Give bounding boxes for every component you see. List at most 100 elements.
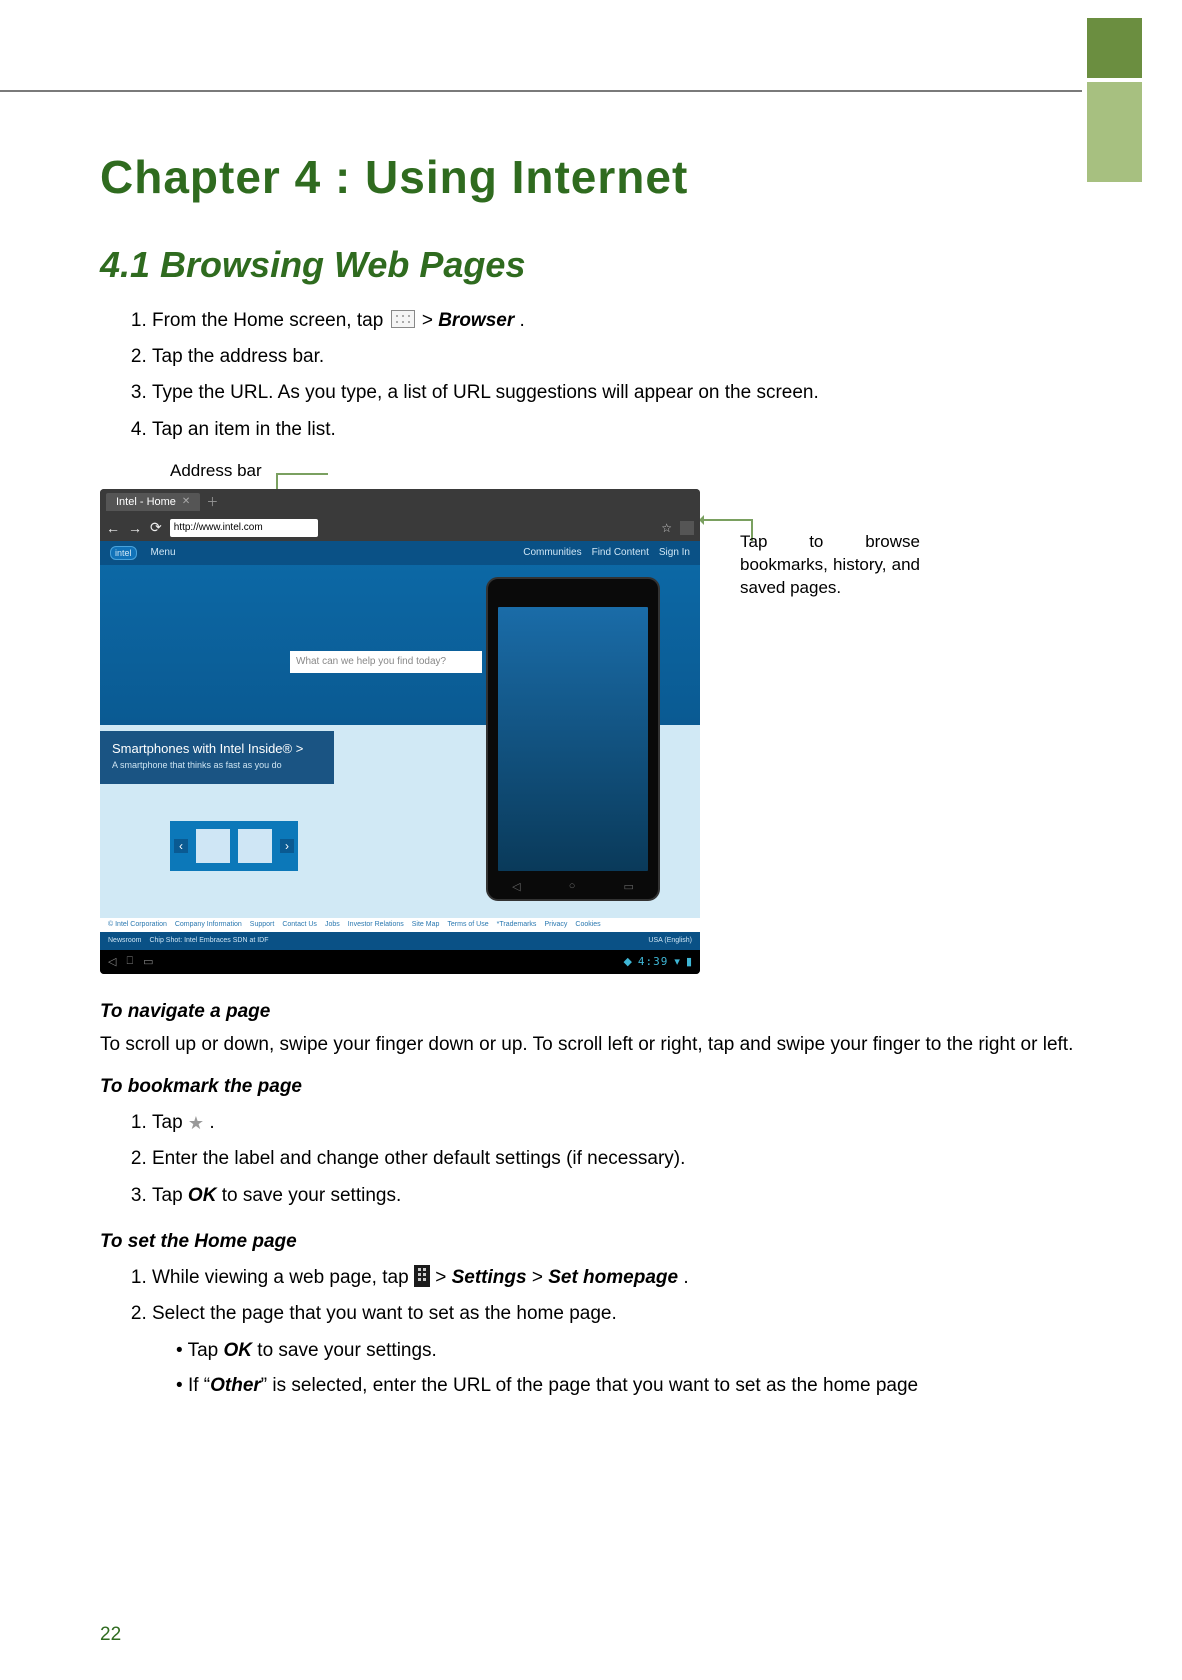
web-content: intel Menu Communities Find Content Sign… xyxy=(100,541,700,950)
url-text: http://www.intel.com xyxy=(174,522,263,533)
text: > xyxy=(422,310,438,331)
footer-link[interactable]: Jobs xyxy=(325,921,340,928)
homepage-steps: While viewing a web page, tap > Settings… xyxy=(100,1261,1082,1402)
footer-link[interactable]: Company Information xyxy=(175,921,242,928)
bookmarks-button-icon[interactable] xyxy=(680,521,694,535)
footer-link[interactable]: Cookies xyxy=(575,921,600,928)
footer-link[interactable]: *Trademarks xyxy=(497,921,537,928)
homepage-step-2: Select the page that you want to set as … xyxy=(152,1297,1082,1402)
footer-link[interactable]: Terms of Use xyxy=(447,921,488,928)
footer-link[interactable]: Privacy xyxy=(544,921,567,928)
nav-buttons: ◁ ⎕ ▭ xyxy=(108,955,153,968)
back-nav-icon[interactable]: ◁ xyxy=(108,955,116,968)
text: > xyxy=(435,1267,451,1288)
navigate-body: To scroll up or down, swipe your finger … xyxy=(100,1031,1082,1059)
promo-subtitle: A smartphone that thinks as fast as you … xyxy=(112,760,322,770)
text: Tap xyxy=(152,1112,188,1133)
manual-page: Chapter 4 : Using Internet 4.1 Browsing … xyxy=(0,0,1182,1680)
ok-label: OK xyxy=(188,1185,217,1206)
home-nav-icon[interactable]: ⎕ xyxy=(126,955,133,968)
header-accent-dark xyxy=(1087,18,1142,78)
subheading-homepage: To set the Home page xyxy=(100,1231,1082,1253)
promo-title: Smartphones with Intel Inside® > xyxy=(112,741,322,756)
phone-hero-image: ◁○▭ xyxy=(486,577,660,901)
footer-link[interactable]: Investor Relations xyxy=(348,921,404,928)
text: From the Home screen, tap xyxy=(152,310,389,331)
bookmark-step-2: Enter the label and change other default… xyxy=(152,1142,1082,1176)
subheading-bookmark: To bookmark the page xyxy=(100,1076,1082,1098)
link-sign-in[interactable]: Sign In xyxy=(659,547,690,558)
browser-tab[interactable]: Intel - Home ✕ xyxy=(106,493,200,511)
footer-link[interactable]: Site Map xyxy=(412,921,440,928)
bookmarks-callout-text: Tap to browse bookmarks, history, and sa… xyxy=(740,531,920,600)
phone-nav-icons: ◁○▭ xyxy=(488,880,658,893)
link-communities[interactable]: Communities xyxy=(523,547,581,558)
wifi-icon: ▾ xyxy=(674,955,680,968)
search-placeholder: What can we help you find today? xyxy=(296,656,446,667)
tablet-screenshot: Intel - Home ✕ ＋ ← → ⟳ http://www.intel.… xyxy=(100,489,700,974)
apps-grid-icon xyxy=(391,310,415,328)
battery-icon: ▮ xyxy=(686,955,692,968)
footer-link[interactable]: Support xyxy=(250,921,275,928)
text: Select the page that you want to set as … xyxy=(152,1303,617,1324)
text: to save your settings. xyxy=(252,1340,437,1361)
site-header-links: Communities Find Content Sign In xyxy=(523,547,690,558)
page-content: Chapter 4 : Using Internet 4.1 Browsing … xyxy=(100,150,1082,1402)
phone-screen xyxy=(498,607,648,871)
recent-nav-icon[interactable]: ▭ xyxy=(143,955,153,968)
star-icon: ★ xyxy=(188,1107,204,1139)
text: . xyxy=(520,310,525,331)
settings-label: Settings xyxy=(452,1267,527,1288)
bookmark-step-1: Tap ★ . xyxy=(152,1106,1082,1140)
bookmark-star-icon[interactable]: ☆ xyxy=(661,521,672,535)
header-accent-light xyxy=(1087,82,1142,182)
android-system-bar: ◁ ⎕ ▭ ◆ 4:39 ▾ ▮ xyxy=(100,950,700,974)
text: Tap xyxy=(152,1185,188,1206)
subheading-navigate: To navigate a page xyxy=(100,1001,1082,1023)
carousel-next-icon[interactable]: › xyxy=(280,839,294,853)
footer2-item[interactable]: Newsroom xyxy=(108,937,141,944)
text: . xyxy=(209,1112,214,1133)
notification-icon: ◆ xyxy=(623,955,631,968)
footer2-item[interactable]: Chip Shot: Intel Embraces SDN at IDF xyxy=(149,937,268,944)
close-tab-icon[interactable]: ✕ xyxy=(182,496,190,507)
carousel-thumb[interactable] xyxy=(238,829,272,863)
bullet-1: Tap OK to save your settings. xyxy=(176,1335,1082,1367)
browser-label: Browser xyxy=(438,310,514,331)
step-1: From the Home screen, tap > Browser . xyxy=(152,304,1082,338)
text: While viewing a web page, tap xyxy=(152,1267,414,1288)
step-4: Tap an item in the list. xyxy=(152,413,1082,447)
main-steps-list: From the Home screen, tap > Browser . Ta… xyxy=(100,304,1082,447)
back-icon[interactable]: ← xyxy=(106,520,120,536)
browser-toolbar: ← → ⟳ http://www.intel.com ☆ xyxy=(100,515,700,541)
text: to save your settings. xyxy=(222,1185,402,1206)
homepage-bullets: Tap OK to save your settings. If “Other”… xyxy=(152,1335,1082,1402)
site-menu[interactable]: Menu xyxy=(151,547,176,558)
link-find-content[interactable]: Find Content xyxy=(592,547,649,558)
clock: 4:39 xyxy=(638,955,669,968)
site-header: intel Menu Communities Find Content Sign… xyxy=(100,541,700,565)
header-rule xyxy=(0,90,1082,92)
new-tab-icon[interactable]: ＋ xyxy=(206,493,218,510)
set-homepage-label: Set homepage xyxy=(548,1267,678,1288)
forward-icon[interactable]: → xyxy=(128,520,142,536)
browser-tab-bar: Intel - Home ✕ ＋ xyxy=(100,489,700,515)
carousel-thumb[interactable] xyxy=(196,829,230,863)
footer-link[interactable]: Contact Us xyxy=(282,921,317,928)
chapter-title: Chapter 4 : Using Internet xyxy=(100,150,1082,204)
overflow-menu-icon xyxy=(414,1265,430,1287)
status-icons: ◆ 4:39 ▾ ▮ xyxy=(623,955,692,968)
site-footer-links: © Intel Corporation Company Information … xyxy=(100,918,700,932)
address-bar-callout-label: Address bar xyxy=(170,461,262,481)
carousel-prev-icon[interactable]: ‹ xyxy=(174,839,188,853)
address-bar-input[interactable]: http://www.intel.com xyxy=(170,519,318,537)
step-2: Tap the address bar. xyxy=(152,340,1082,374)
bullet-2: If “Other” is selected, enter the URL of… xyxy=(176,1370,1082,1402)
text: > xyxy=(532,1267,548,1288)
reload-icon[interactable]: ⟳ xyxy=(150,519,162,536)
site-search-input[interactable]: What can we help you find today? xyxy=(290,651,482,673)
intel-logo: intel xyxy=(110,546,137,560)
screenshot-figure: Address bar Tap to browse bookmarks, his… xyxy=(100,461,930,981)
page-number: 22 xyxy=(100,1624,121,1646)
footer2-locale[interactable]: USA (English) xyxy=(648,937,692,944)
